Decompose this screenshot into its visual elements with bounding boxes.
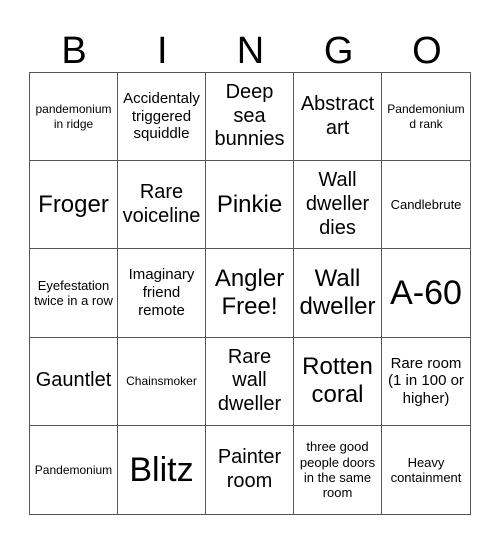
bingo-cell[interactable]: Pandemonium d rank <box>382 73 470 162</box>
header-letter-n: N <box>236 30 265 72</box>
bingo-cell[interactable]: Pinkie <box>206 161 294 250</box>
bingo-cell[interactable]: Froger <box>30 161 118 250</box>
bingo-cell[interactable]: Wall dweller <box>294 249 382 338</box>
header-letter-g: G <box>323 30 354 72</box>
bingo-cell[interactable]: Rare room (1 in 100 or higher) <box>382 338 470 426</box>
header-letter-o: O <box>412 30 442 72</box>
bingo-cell[interactable]: Painter room <box>206 425 294 514</box>
bingo-cell[interactable]: Angler Free! <box>206 249 294 338</box>
bingo-cell[interactable]: Abstract art <box>294 73 382 162</box>
bingo-cell[interactable]: Pandemonium <box>30 425 118 514</box>
bingo-cell[interactable]: Eyefestation twice in a row <box>30 249 118 338</box>
header-letter-b: B <box>61 30 87 72</box>
bingo-header: B I N G O <box>30 28 471 74</box>
bingo-cell[interactable]: Rotten coral <box>294 337 382 426</box>
bingo-cell[interactable]: Heavy containment <box>382 426 470 514</box>
bingo-cell[interactable]: Accidentaly triggered squiddle <box>118 73 206 162</box>
header-letter-i: I <box>157 30 168 72</box>
bingo-cell[interactable]: A-60 <box>382 249 470 338</box>
bingo-cell[interactable]: Imaginary friend remote <box>118 249 206 338</box>
bingo-cell[interactable]: Candlebrute <box>382 161 470 250</box>
bingo-cell[interactable]: Chainsmoker <box>118 337 206 426</box>
bingo-cell[interactable]: Blitz <box>118 425 206 514</box>
bingo-cell[interactable]: Wall dweller dies <box>294 161 382 250</box>
bingo-cell[interactable]: Gauntlet <box>30 337 118 426</box>
bingo-cell[interactable]: Deep sea bunnies <box>206 73 294 162</box>
bingo-cell[interactable]: three good people doors in the same room <box>294 425 382 514</box>
bingo-cell[interactable]: Rare voiceline <box>118 161 206 250</box>
bingo-cell[interactable]: Rare wall dweller <box>206 337 294 426</box>
bingo-cell[interactable]: pandemonium in ridge <box>30 73 118 162</box>
bingo-grid: pandemonium in ridge Accidentaly trigger… <box>29 72 471 515</box>
